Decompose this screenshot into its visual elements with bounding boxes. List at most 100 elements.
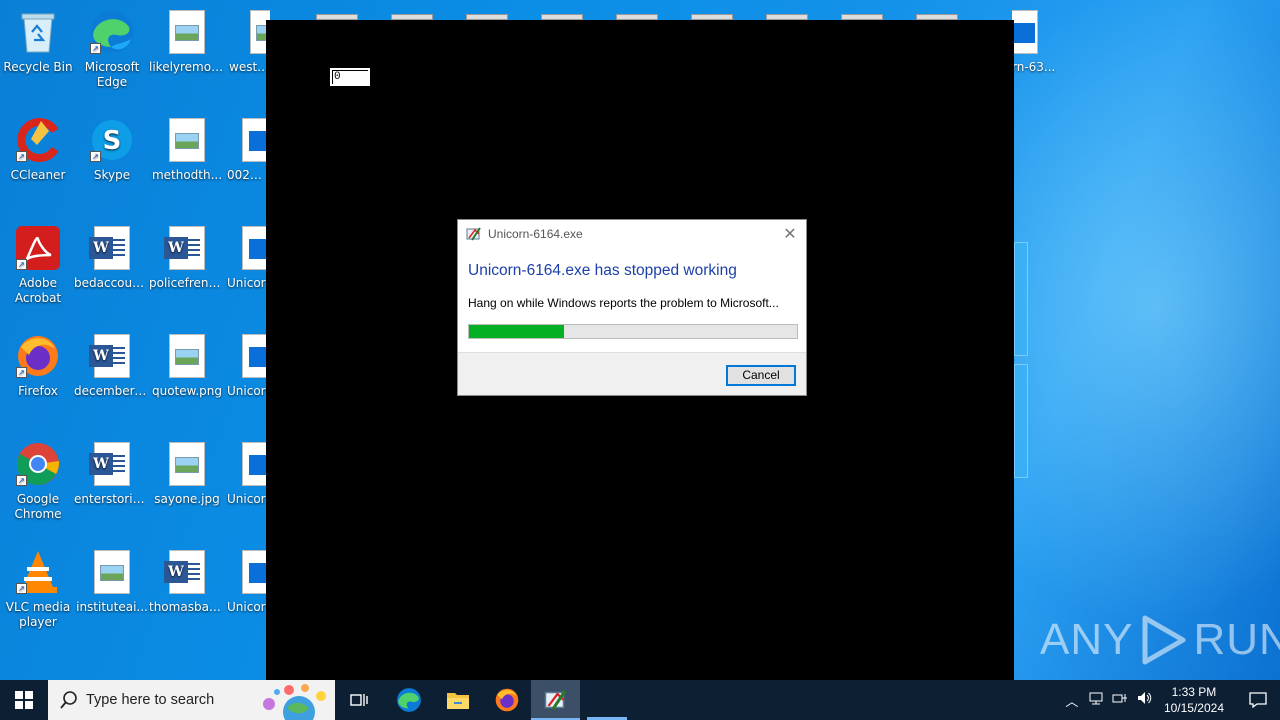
- watermark-text-right: RUN: [1193, 615, 1280, 664]
- icon-label: enterstorie...: [74, 492, 150, 506]
- icon-label: Firefox: [18, 384, 58, 398]
- wired-network-icon[interactable]: [1108, 690, 1132, 710]
- desktop-icon-google-chrome[interactable]: ↗ Google Chrome: [0, 440, 76, 522]
- cancel-button[interactable]: Cancel: [726, 365, 796, 386]
- task-view-button[interactable]: [335, 680, 384, 720]
- window-file-icon: [236, 116, 266, 164]
- edge-icon: ↗: [88, 8, 136, 56]
- taskbar-search[interactable]: [48, 680, 335, 720]
- error-dialog: Unicorn-6164.exe ✕ Unicorn-6164.exe has …: [457, 219, 807, 396]
- ccleaner-icon: ↗: [14, 116, 62, 164]
- desktop-icon-recycle-bin[interactable]: Recycle Bin: [0, 8, 76, 75]
- desktop-icon-image-file[interactable]: sayone.jpg: [149, 440, 225, 507]
- desktop-icon-ccleaner[interactable]: ↗ CCleaner: [0, 116, 76, 183]
- desktop-icon-image-file[interactable]: likelyremov...: [149, 8, 225, 75]
- icon-label: VLC media player: [5, 600, 71, 629]
- desktop-icon-window-file[interactable]: Unicor: [226, 548, 266, 615]
- desktop-icon-window-file[interactable]: Unicor: [226, 440, 266, 507]
- word-file-icon: W: [88, 440, 136, 488]
- edge-icon: [396, 688, 421, 712]
- taskbar-clock[interactable]: 1:33 PM 10/15/2024: [1164, 684, 1224, 716]
- desktop-icon-image-file[interactable]: westarr: [226, 8, 270, 75]
- dialog-heading: Unicorn-6164.exe has stopped working: [468, 262, 737, 279]
- desktop-icon-window-file[interactable]: rn-63...: [1012, 8, 1056, 75]
- shortcut-arrow-icon: ↗: [90, 151, 101, 162]
- icon-label: 002945: [227, 168, 266, 182]
- icon-label: Unicor: [227, 600, 266, 614]
- desktop-icon-window-file[interactable]: Unicor: [226, 224, 266, 291]
- desktop-icon-microsoft-edge[interactable]: ↗ Microsoft Edge: [74, 8, 150, 90]
- desktop-icon-adobe-acrobat[interactable]: ↗ Adobe Acrobat: [0, 224, 76, 306]
- skype-icon: S ↗: [88, 116, 136, 164]
- icon-label: decemberc...: [74, 384, 150, 398]
- network-icon[interactable]: [1084, 690, 1108, 710]
- desktop-icon-word-file[interactable]: W enterstorie...: [74, 440, 150, 507]
- icon-label: Unicor: [227, 276, 266, 290]
- icon-label: bedaccoun...: [74, 276, 150, 290]
- desktop-icon-word-file[interactable]: W decemberc...: [74, 332, 150, 399]
- action-center-button[interactable]: [1236, 680, 1280, 720]
- wallpaper-logo-pane: [1014, 242, 1028, 356]
- image-file-icon: [88, 548, 136, 596]
- task-view-icon: [349, 694, 368, 706]
- image-file-icon: [163, 440, 211, 488]
- icon-label: quotew.png: [151, 384, 223, 398]
- volume-icon[interactable]: [1132, 690, 1156, 710]
- icon-label: methodth...: [151, 168, 223, 182]
- icon-label: sayone.jpg: [154, 492, 220, 506]
- word-file-icon: W: [163, 224, 211, 272]
- desktop-icon-skype[interactable]: S ↗ Skype: [74, 116, 150, 183]
- start-button[interactable]: [0, 680, 48, 720]
- chevron-up-icon[interactable]: ︿: [1060, 691, 1084, 710]
- icon-label: rn-63...: [1012, 60, 1056, 74]
- anyrun-watermark: ANY RUN: [1040, 612, 1280, 668]
- desktop-icon-word-file[interactable]: W bedaccoun...: [74, 224, 150, 291]
- icon-label: thomasbab...: [149, 600, 225, 614]
- taskbar: ︿ 1:33 PM 10/15/2024: [0, 680, 1280, 720]
- window-file-icon: [236, 224, 266, 272]
- dialog-title: Unicorn-6164.exe: [488, 227, 583, 241]
- icon-label: Unicor: [227, 492, 266, 506]
- desktop-icon-word-file[interactable]: W policefrenc...: [149, 224, 225, 291]
- desktop-icon-image-file[interactable]: instituteai...: [74, 548, 150, 615]
- dialog-titlebar[interactable]: Unicorn-6164.exe ✕: [458, 220, 806, 248]
- firefox-icon: [495, 688, 518, 712]
- dialog-message: Hang on while Windows reports the proble…: [468, 296, 779, 310]
- taskbar-unicorn-app[interactable]: [531, 680, 580, 720]
- desktop-icon-firefox[interactable]: ↗ Firefox: [0, 332, 76, 399]
- wallpaper-logo-pane: [1014, 364, 1028, 478]
- word-file-icon: W: [88, 224, 136, 272]
- icon-label: Recycle Bin: [3, 60, 73, 74]
- desktop-icon-vlc[interactable]: ↗ VLC media player: [0, 548, 76, 630]
- search-icon: [60, 691, 77, 709]
- desktop-icon-word-file[interactable]: W thomasbab...: [149, 548, 225, 615]
- search-highlight-icon: [263, 684, 326, 720]
- unicorn-app-icon: [544, 690, 566, 710]
- desktop-icon-image-file[interactable]: quotew.png: [149, 332, 225, 399]
- clock-time: 1:33 PM: [1171, 685, 1217, 699]
- icon-label: likelyremov...: [149, 60, 225, 74]
- shortcut-arrow-icon: ↗: [90, 43, 101, 54]
- desktop-icon-image-file[interactable]: methodth...: [149, 116, 225, 183]
- icon-label: policefrenc...: [149, 276, 225, 290]
- taskbar-file-explorer[interactable]: [433, 680, 482, 720]
- shortcut-arrow-icon: ↗: [16, 475, 27, 486]
- taskbar-firefox[interactable]: [482, 680, 531, 720]
- shortcut-arrow-icon: ↗: [16, 583, 27, 594]
- svg-text:S: S: [103, 126, 122, 156]
- desktop-icon-window-file[interactable]: Unicor: [226, 332, 266, 399]
- recycle-bin-icon: [14, 8, 62, 56]
- icon-label: Google Chrome: [14, 492, 62, 521]
- clock-date: 10/15/2024: [1163, 701, 1224, 715]
- icon-label: Adobe Acrobat: [14, 276, 62, 305]
- taskbar-edge[interactable]: [384, 680, 433, 720]
- chrome-icon: ↗: [14, 440, 62, 488]
- icon-label: CCleaner: [10, 168, 66, 182]
- search-input[interactable]: [86, 692, 266, 708]
- desktop-icon-window-file[interactable]: 002945: [226, 116, 266, 183]
- acrobat-icon: ↗: [14, 224, 62, 272]
- image-file-icon: [163, 332, 211, 380]
- app-value-field[interactable]: 0: [329, 67, 371, 87]
- notification-icon: [1249, 692, 1267, 709]
- close-icon[interactable]: ✕: [780, 224, 800, 244]
